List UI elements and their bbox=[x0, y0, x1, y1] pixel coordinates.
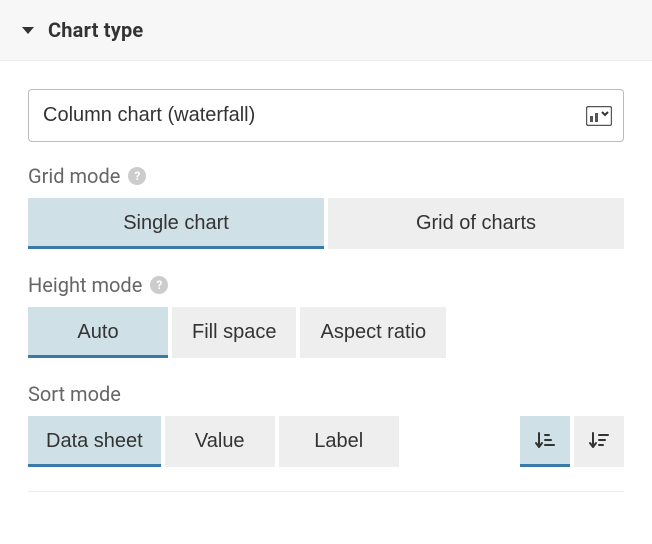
help-icon[interactable]: ? bbox=[150, 276, 168, 294]
spacer bbox=[403, 416, 516, 467]
section-header[interactable]: Chart type bbox=[0, 0, 652, 61]
sort-mode-value[interactable]: Value bbox=[165, 416, 275, 467]
panel-body: Column chart (waterfall) Grid mode ? Sin… bbox=[0, 61, 652, 512]
grid-mode-grid[interactable]: Grid of charts bbox=[328, 198, 624, 249]
sort-asc-icon bbox=[534, 430, 556, 453]
sort-desc-icon bbox=[588, 430, 610, 453]
chart-type-select[interactable]: Column chart (waterfall) bbox=[28, 89, 624, 142]
height-mode-aspect[interactable]: Aspect ratio bbox=[300, 307, 446, 358]
chart-preview-icon bbox=[586, 106, 612, 126]
section-title: Chart type bbox=[48, 18, 143, 42]
caret-down-icon bbox=[22, 27, 34, 34]
sort-mode-label: Sort mode bbox=[28, 382, 121, 406]
sort-desc-button[interactable] bbox=[574, 416, 624, 467]
grid-mode-group: Single chart Grid of charts bbox=[28, 198, 624, 249]
height-mode-label-row: Height mode ? bbox=[28, 273, 624, 297]
height-mode-fill[interactable]: Fill space bbox=[172, 307, 296, 358]
sort-asc-button[interactable] bbox=[520, 416, 570, 467]
height-mode-auto[interactable]: Auto bbox=[28, 307, 168, 358]
sort-mode-group: Data sheet Value Label bbox=[28, 416, 624, 467]
height-mode-label: Height mode bbox=[28, 273, 142, 297]
grid-mode-label: Grid mode bbox=[28, 164, 120, 188]
chart-type-select-wrap: Column chart (waterfall) bbox=[28, 89, 624, 142]
help-icon[interactable]: ? bbox=[128, 167, 146, 185]
grid-mode-label-row: Grid mode ? bbox=[28, 164, 624, 188]
sort-mode-label-btn[interactable]: Label bbox=[279, 416, 399, 467]
grid-mode-single[interactable]: Single chart bbox=[28, 198, 324, 249]
divider bbox=[28, 491, 624, 492]
height-mode-group: Auto Fill space Aspect ratio bbox=[28, 307, 624, 358]
sort-mode-datasheet[interactable]: Data sheet bbox=[28, 416, 161, 467]
sort-mode-label-row: Sort mode bbox=[28, 382, 624, 406]
